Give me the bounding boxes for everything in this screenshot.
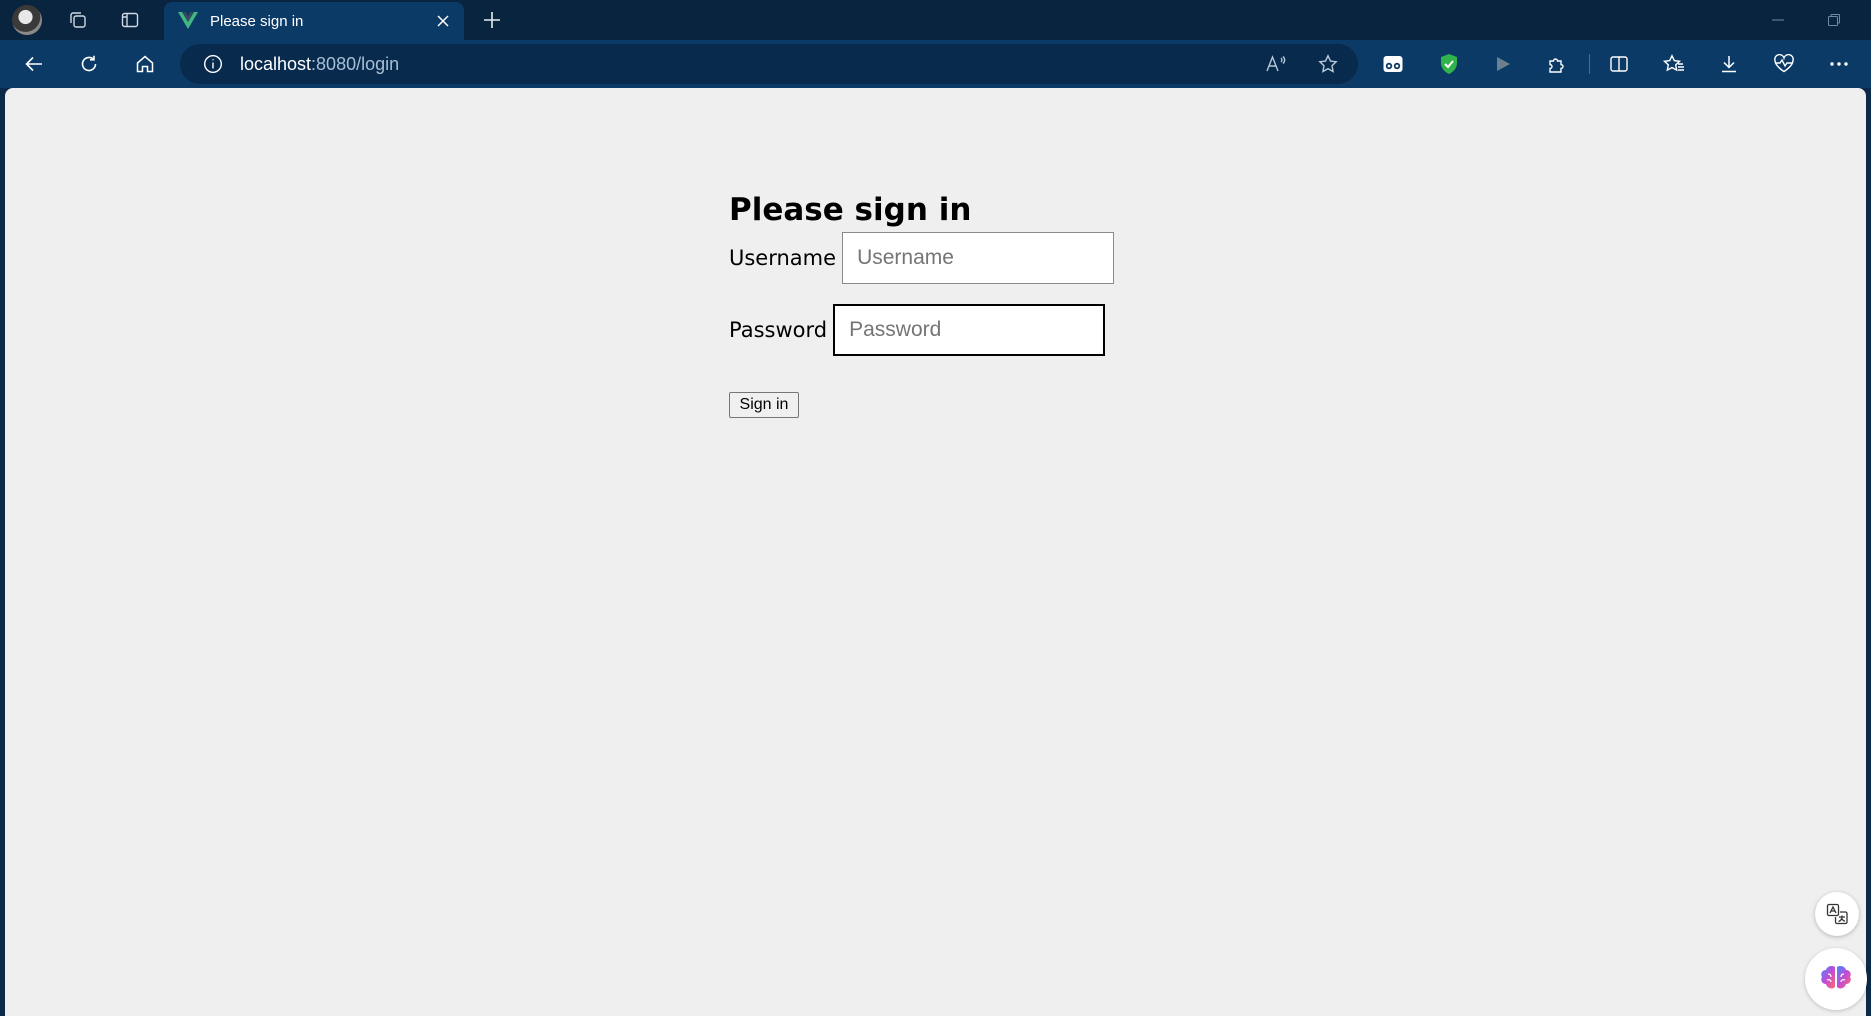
url-text[interactable]: localhost:8080/login — [240, 54, 399, 75]
favorites-star-icon — [1663, 54, 1684, 72]
page-viewport: Please sign in Username Password Sign in — [5, 88, 1867, 1016]
profile-avatar[interactable] — [9, 4, 45, 36]
workspaces-icon — [70, 12, 86, 28]
home-icon — [136, 55, 154, 73]
plus-icon — [484, 12, 500, 28]
username-label: Username — [729, 246, 837, 270]
info-icon — [203, 54, 223, 74]
tab-close-button[interactable] — [430, 8, 456, 34]
sign-in-button[interactable]: Sign in — [729, 392, 799, 418]
glasses-icon — [1383, 56, 1403, 72]
minimize-icon — [1772, 19, 1784, 21]
translate-icon — [1826, 903, 1848, 925]
minimize-button[interactable] — [1760, 4, 1796, 36]
url-path: :8080/login — [311, 53, 400, 74]
split-screen-icon — [1610, 56, 1628, 72]
add-favorite-button[interactable] — [1311, 48, 1345, 80]
copilot-button[interactable] — [1805, 948, 1867, 1010]
heart-pulse-icon — [1774, 54, 1794, 73]
extension-button[interactable] — [1376, 48, 1410, 80]
login-form: Please sign in Username Password Sign in — [729, 188, 1209, 418]
password-input[interactable] — [833, 304, 1106, 356]
reload-icon — [81, 55, 97, 72]
more-dots-icon — [1830, 62, 1848, 66]
avatar-image — [12, 5, 42, 35]
new-tab-button[interactable] — [474, 4, 510, 36]
download-icon — [1722, 56, 1736, 73]
active-tab[interactable]: Please sign in — [164, 2, 464, 40]
downloads-button[interactable] — [1712, 48, 1746, 80]
favorites-button[interactable] — [1657, 48, 1691, 80]
restore-button[interactable] — [1816, 4, 1852, 36]
close-icon — [437, 15, 449, 27]
restore-icon — [1828, 14, 1840, 26]
site-info-button[interactable] — [198, 49, 228, 79]
extension-button[interactable] — [1432, 48, 1466, 80]
translate-button[interactable] — [1815, 892, 1859, 936]
settings-and-more-button[interactable] — [1822, 48, 1856, 80]
extension-button[interactable] — [1486, 48, 1520, 80]
extensions-button[interactable] — [1540, 48, 1574, 80]
performance-button[interactable] — [1767, 48, 1801, 80]
star-icon — [1318, 54, 1338, 73]
home-button[interactable] — [128, 48, 162, 80]
puzzle-icon — [1549, 58, 1564, 73]
copilot-brain-icon — [1821, 966, 1851, 989]
workspaces-button[interactable] — [60, 4, 96, 36]
vertical-tabs-icon — [121, 12, 139, 28]
url-host: localhost — [240, 53, 312, 74]
back-arrow-icon — [25, 56, 42, 72]
password-label: Password — [729, 318, 828, 342]
tab-title: Please sign in — [210, 12, 304, 30]
reload-button[interactable] — [72, 48, 106, 80]
username-row: Username — [729, 232, 1209, 284]
vue-logo-icon — [178, 11, 198, 31]
address-bar[interactable]: localhost:8080/login — [180, 44, 1358, 84]
read-aloud-button[interactable] — [1259, 48, 1293, 80]
password-row: Password — [729, 304, 1209, 356]
page-title: Please sign in — [729, 192, 972, 228]
tab-strip: Please sign in — [0, 0, 1871, 40]
read-aloud-icon — [1266, 55, 1286, 72]
toolbar-separator — [1589, 54, 1590, 74]
username-input[interactable] — [842, 232, 1115, 284]
play-icon — [1497, 57, 1510, 71]
browser-toolbar: localhost:8080/login — [0, 40, 1871, 88]
vertical-tabs-button[interactable] — [112, 4, 148, 36]
split-screen-button[interactable] — [1602, 48, 1636, 80]
shield-check-icon — [1441, 54, 1457, 74]
back-button[interactable] — [17, 48, 51, 80]
